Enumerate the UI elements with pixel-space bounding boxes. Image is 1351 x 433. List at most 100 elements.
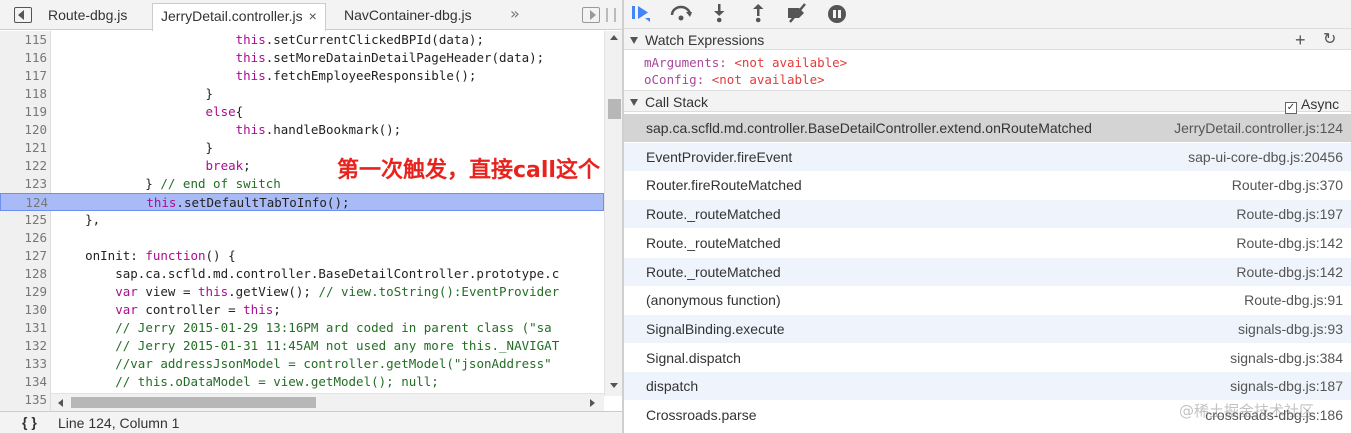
resume-icon[interactable] [628,3,654,25]
frame-location-link[interactable]: signals-dbg.js:187 [1230,372,1343,400]
tab-navcontainer-dbg[interactable]: NavContainer-dbg.js [336,3,480,30]
call-frame[interactable]: Route._routeMatched Route-dbg.js:197 [624,200,1351,229]
tab-jerrydetail-controller[interactable]: JerryDetail.controller.js × [152,3,326,31]
line-number[interactable]: 118 [0,85,47,103]
line-number[interactable]: 125 [0,211,47,229]
call-frame[interactable]: SignalBinding.execute signals-dbg.js:93 [624,315,1351,344]
code-line[interactable]: 116 this.setMoreDatainDetailPageHeader(d… [0,49,604,67]
pretty-print-button[interactable]: { } [22,414,37,430]
code-line[interactable]: 119 else{ [0,103,604,121]
code-line[interactable]: 126 [0,229,604,247]
code-line[interactable]: 128 sap.ca.scfld.md.controller.BaseDetai… [0,265,604,283]
scroll-up-icon[interactable] [610,35,618,40]
watermark: @稀土掘金技术社区 [1179,402,1315,420]
code-line[interactable]: 117 this.fetchEmployeeResponsible(); [0,67,604,85]
frame-location-link[interactable]: signals-dbg.js:384 [1230,344,1343,372]
line-number[interactable]: 123 [0,175,47,193]
code-line[interactable]: 132 // Jerry 2015-01-31 11:45AM not used… [0,337,604,355]
debugger-toggle-icon[interactable] [582,7,600,23]
code-line[interactable]: 124 this.setDefaultTabToInfo(); [0,193,604,211]
frame-location-link[interactable]: Route-dbg.js:91 [1244,286,1343,314]
code-line[interactable]: 118 } [0,85,604,103]
call-frame[interactable]: Route._routeMatched Route-dbg.js:142 [624,258,1351,287]
call-frame[interactable]: dispatch signals-dbg.js:187 [624,372,1351,401]
line-number[interactable]: 122 [0,157,47,175]
vertical-scroll-thumb[interactable] [608,99,621,119]
code-line[interactable]: 133 //var addressJsonModel = controller.… [0,355,604,373]
vertical-scrollbar[interactable] [604,31,623,396]
line-number[interactable]: 133 [0,355,47,373]
checkbox-checked-icon[interactable]: ✓ [1285,102,1297,114]
code-line[interactable]: 115 this.setCurrentClickedBPId(data); [0,31,604,49]
line-number[interactable]: 135 [0,391,47,409]
expand-triangle-icon[interactable] [630,37,638,44]
code-line[interactable]: 134 // this.oDataModel = view.getModel()… [0,373,604,391]
expand-triangle-icon[interactable] [630,99,638,106]
line-number[interactable]: 129 [0,283,47,301]
watch-expressions-header[interactable]: Watch Expressions + ↻ [624,28,1351,50]
step-into-icon[interactable] [706,3,732,25]
line-number[interactable]: 128 [0,265,47,283]
call-stack-header[interactable]: Call Stack ✓ Async [624,90,1351,115]
call-frame[interactable]: sap.ca.scfld.md.controller.BaseDetailCon… [624,114,1351,143]
navigator-toggle-icon[interactable] [14,7,32,23]
frame-location-link[interactable]: JerryDetail.controller.js:124 [1174,114,1343,142]
code-line[interactable]: 125 }, [0,211,604,229]
call-frame[interactable]: Router.fireRouteMatched Router-dbg.js:370 [624,171,1351,200]
frame-location-link[interactable]: signals-dbg.js:93 [1238,315,1343,343]
code-line[interactable]: 127 onInit: function() { [0,247,604,265]
scroll-left-icon[interactable] [58,399,63,407]
pause-on-exceptions-icon[interactable] [828,5,846,23]
step-out-icon[interactable] [745,3,771,25]
call-frame[interactable]: EventProvider.fireEvent sap-ui-core-dbg.j… [624,143,1351,172]
frame-location-link[interactable]: Route-dbg.js:142 [1236,229,1343,257]
line-number[interactable]: 115 [0,31,47,49]
call-frame[interactable]: (anonymous function) Route-dbg.js:91 [624,286,1351,315]
code-line[interactable]: 131 // Jerry 2015-01-29 13:16PM ard code… [0,319,604,337]
line-number[interactable]: 120 [0,121,47,139]
code-line[interactable]: 120 this.handleBookmark(); [0,121,604,139]
drag-grip-icon[interactable] [606,8,616,22]
call-frame[interactable]: Signal.dispatch signals-dbg.js:384 [624,344,1351,373]
code-text: }, [55,212,101,227]
add-icon[interactable]: + [1295,29,1306,51]
line-number[interactable]: 134 [0,373,47,391]
code-text: var view = this.getView(); // view.toStr… [115,284,560,299]
frame-location-link[interactable]: sap-ui-core-dbg.js:20456 [1188,143,1343,171]
line-number[interactable]: 117 [0,67,47,85]
code-line[interactable]: 130 var controller = this; [0,301,604,319]
horizontal-scroll-thumb[interactable] [71,397,316,408]
annotation-text: 第一次触发，直接call这个 [337,158,600,183]
line-number[interactable]: 124 [1,194,48,212]
more-tabs-icon[interactable]: » [510,4,520,23]
frame-function: Route._routeMatched [646,235,781,251]
line-number[interactable]: 132 [0,337,47,355]
tab-route-dbg[interactable]: Route-dbg.js [40,3,135,30]
frame-location-link[interactable]: Route-dbg.js:197 [1236,200,1343,228]
async-checkbox[interactable]: ✓ Async [1285,93,1339,115]
watch-value: <not available> [734,55,848,70]
scroll-right-icon[interactable] [590,399,595,407]
refresh-icon[interactable]: ↻ [1323,29,1336,51]
line-number[interactable]: 131 [0,319,47,337]
line-number[interactable]: 119 [0,103,47,121]
frame-location-link[interactable]: Router-dbg.js:370 [1232,171,1343,199]
line-number[interactable]: 121 [0,139,47,157]
close-icon[interactable]: × [309,8,317,24]
call-frame[interactable]: Route._routeMatched Route-dbg.js:142 [624,229,1351,258]
tab-label: Route-dbg.js [48,7,128,23]
watch-item[interactable]: mArguments: <not available> [644,55,847,70]
line-number[interactable]: 126 [0,229,47,247]
code-editor[interactable]: 115 this.setCurrentClickedBPId(data); 116… [0,31,623,411]
line-number[interactable]: 127 [0,247,47,265]
horizontal-scrollbar[interactable] [51,393,604,411]
line-number[interactable]: 130 [0,301,47,319]
frame-location-link[interactable]: Route-dbg.js:142 [1236,258,1343,286]
line-number[interactable]: 116 [0,49,47,67]
code-text: var controller = this; [115,302,281,317]
step-over-icon[interactable] [668,3,694,25]
scroll-down-icon[interactable] [610,383,618,388]
code-line[interactable]: 129 var view = this.getView(); // view.t… [0,283,604,301]
deactivate-breakpoints-icon[interactable] [784,3,810,25]
watch-item[interactable]: oConfig: <not available> [644,72,825,87]
